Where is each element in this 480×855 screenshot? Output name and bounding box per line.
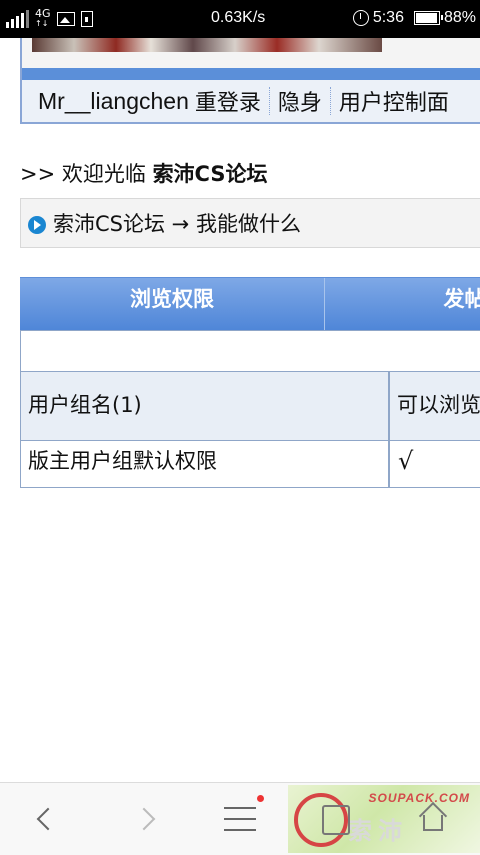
column-header-browse: 浏览权限	[20, 278, 325, 330]
back-chevron-icon	[36, 807, 60, 831]
status-right: 5:36 88%	[352, 9, 476, 27]
user-bar: Mr__liangchen 重登录 隐身 用户控制面	[20, 80, 480, 124]
alarm-icon	[352, 10, 369, 26]
check-mark-cell: √	[388, 441, 413, 487]
forward-chevron-icon	[132, 807, 156, 831]
site-watermark: SOUPACK.COM 索沛	[288, 785, 480, 853]
signal-icon	[6, 10, 29, 28]
network-speed: 0.63K/s	[211, 9, 266, 26]
breadcrumb-text[interactable]: 索沛CS论坛 → 我能做什么	[53, 208, 301, 238]
separator	[268, 87, 270, 115]
sim-card-icon	[80, 11, 93, 27]
breadcrumb: 索沛CS论坛 → 我能做什么	[20, 198, 480, 248]
forward-button[interactable]	[96, 783, 192, 855]
banner-artwork	[32, 38, 382, 52]
status-bar: 4G ↑↓ 0.63K/s 5:36 88%	[0, 0, 480, 38]
notification-dot	[257, 795, 264, 802]
group-name-cell: 版主用户组默认权限	[28, 449, 217, 473]
menu-button[interactable]	[192, 783, 288, 855]
column-header-post: 发帖权	[443, 287, 480, 311]
welcome-line: >> 欢迎光临 索沛CS论坛	[20, 158, 268, 188]
table-row: 版主用户组默认权限 √	[20, 441, 480, 488]
forum-name[interactable]: 索沛CS论坛	[153, 162, 268, 186]
permissions-table: 浏览权限 发帖权 用户组名(1) 可以浏览 版主用户组默认权限 √	[20, 277, 480, 488]
browser-toolbar: SOUPACK.COM 索沛	[0, 782, 480, 855]
back-button[interactable]	[0, 783, 96, 855]
battery-percent: 88%	[443, 9, 476, 26]
banner-divider	[20, 68, 480, 80]
network-type: 4G ↑↓	[35, 7, 51, 28]
can-browse-header: 可以浏览	[388, 372, 480, 440]
menu-icon	[224, 795, 264, 831]
watermark-name: 索沛	[348, 817, 408, 845]
table-spacer-row	[20, 330, 480, 371]
control-panel-link[interactable]: 用户控制面	[339, 85, 449, 117]
battery-icon	[413, 11, 443, 25]
clock: 5:36	[372, 9, 404, 26]
separator	[329, 87, 331, 115]
tabs-button[interactable]	[322, 805, 350, 835]
arrow-circle-icon	[28, 216, 46, 234]
username-link[interactable]: Mr__liangchen	[38, 88, 189, 115]
welcome-prefix: >> 欢迎光临	[20, 162, 146, 186]
table-header: 浏览权限 发帖权	[20, 277, 480, 330]
image-notification-icon	[56, 12, 75, 26]
forum-banner	[20, 38, 480, 68]
status-left: 4G ↑↓	[6, 7, 93, 29]
table-row: 用户组名(1) 可以浏览	[20, 371, 480, 441]
home-icon[interactable]	[418, 803, 446, 831]
group-name-header: 用户组名(1)	[28, 393, 142, 417]
relogin-link[interactable]: 重登录	[195, 85, 261, 117]
invisible-link[interactable]: 隐身	[278, 85, 322, 117]
